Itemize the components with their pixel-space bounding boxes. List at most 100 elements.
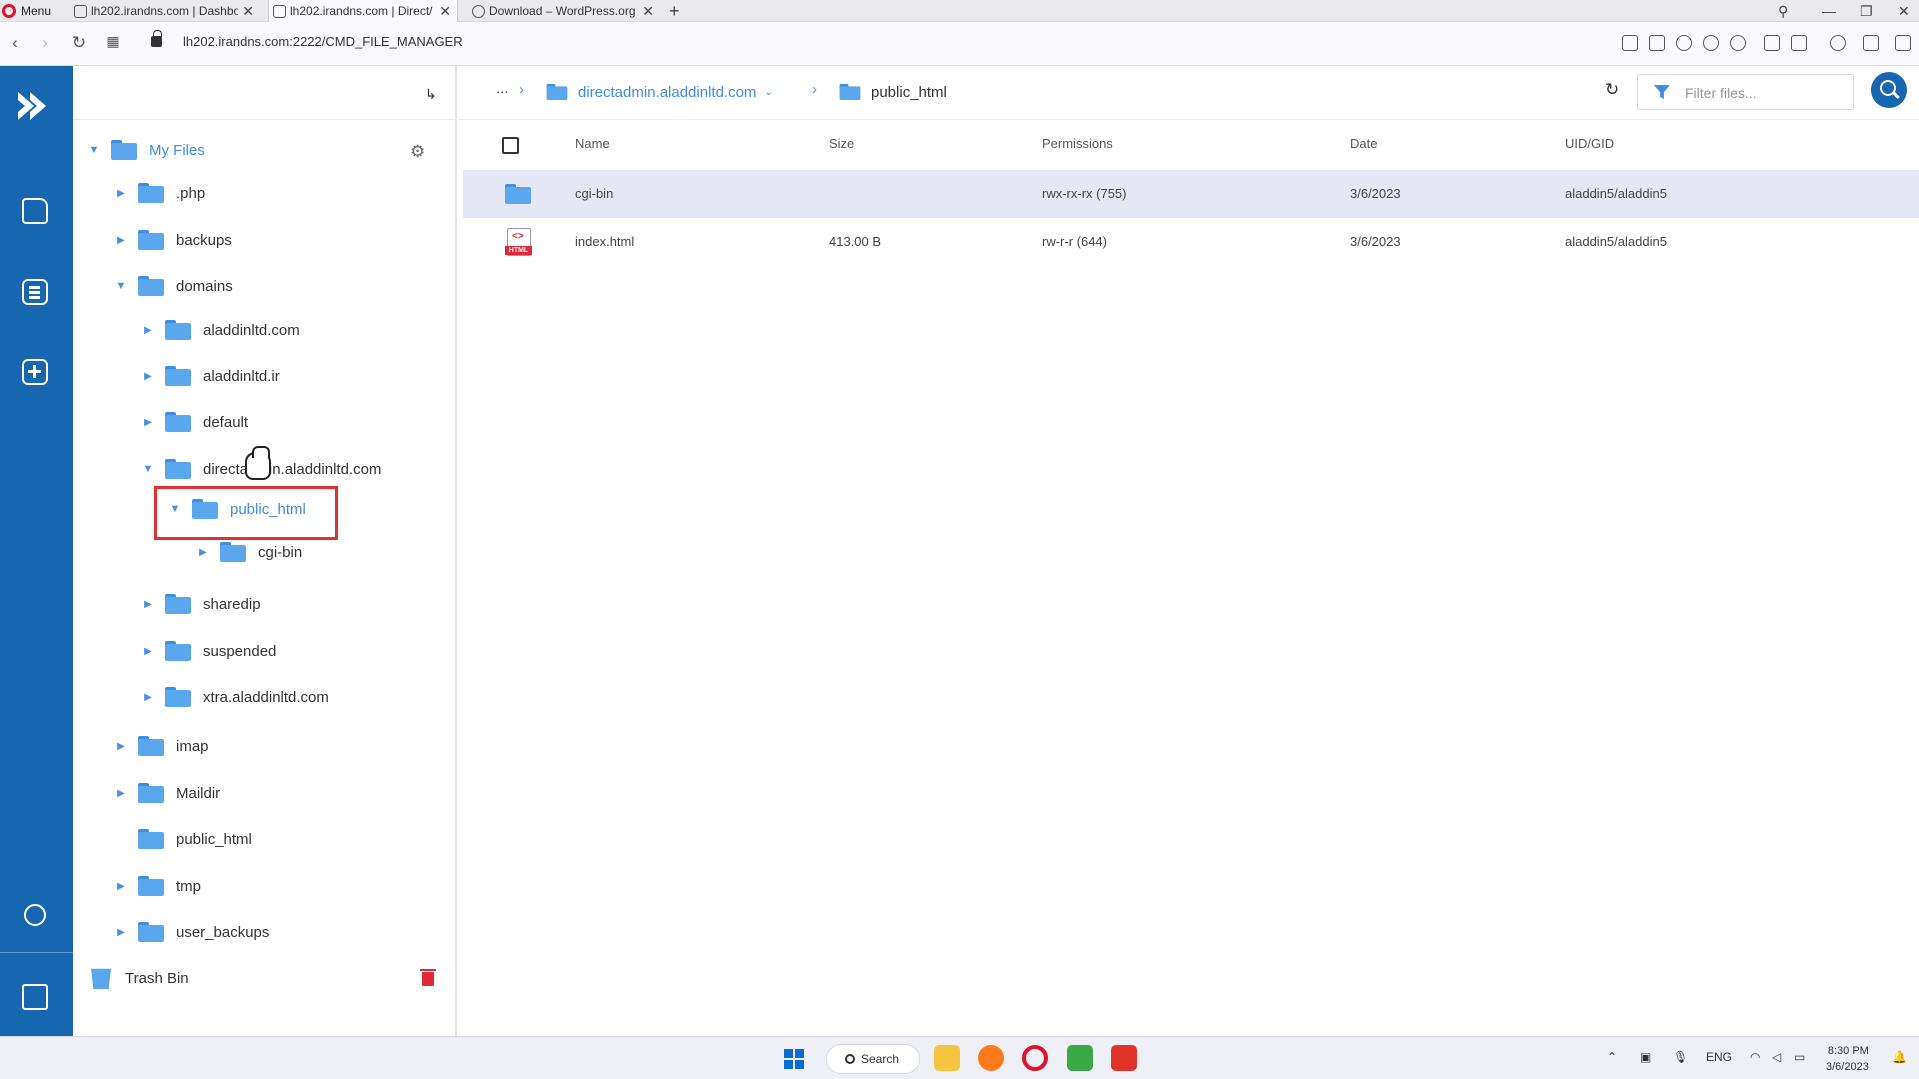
search-button[interactable]	[1871, 72, 1907, 108]
add-icon[interactable]	[22, 359, 48, 385]
select-all-checkbox[interactable]	[502, 137, 519, 154]
camera-icon[interactable]	[1649, 35, 1665, 51]
tree-node[interactable]: ▶ user_backups	[114, 917, 269, 947]
chevron-right-icon[interactable]: ▶	[114, 188, 128, 199]
tree-node[interactable]: ▶ aladdinltd.ir	[141, 361, 280, 391]
collapse-tree-icon[interactable]: ↳	[425, 86, 437, 103]
chevron-right-icon[interactable]: ▶	[196, 547, 210, 558]
back-button[interactable]: ‹	[4, 33, 26, 53]
breadcrumb-ellipsis[interactable]: ...	[496, 80, 509, 97]
file-explorer-icon[interactable]	[934, 1045, 960, 1071]
close-tab-icon[interactable]: ✕	[642, 3, 654, 20]
chevron-right-icon[interactable]: ▶	[141, 325, 155, 336]
opera-menu-button[interactable]: Menu	[2, 2, 51, 20]
heart-icon[interactable]	[1730, 35, 1746, 51]
battery-icon[interactable]: ▭	[1794, 1050, 1805, 1064]
share-settings-icon[interactable]	[24, 904, 46, 926]
table-row[interactable]: index.html 413.00 B rw-r-r (644) 3/6/202…	[463, 218, 1919, 266]
breadcrumb-parent[interactable]: directadmin.aladdinltd.com ⌄	[544, 82, 773, 102]
tab-dashboard[interactable]: lh202.irandns.com | Dashbo ✕	[70, 0, 260, 22]
send-icon[interactable]	[1703, 35, 1719, 51]
vpn-shield-icon[interactable]	[1764, 35, 1780, 51]
chevron-right-icon[interactable]: ▶	[141, 692, 155, 703]
download-icon[interactable]	[1863, 35, 1879, 51]
chevron-right-icon[interactable]: ▶	[114, 235, 128, 246]
tree-node[interactable]: ▶ Maildir	[114, 778, 220, 808]
tree-node[interactable]: ▼ domains	[114, 271, 233, 301]
file-manager-folder-icon[interactable]	[22, 198, 48, 224]
tab-file-manager[interactable]: lh202.irandns.com | Direct/ ✕	[268, 0, 458, 22]
directadmin-logo-icon[interactable]	[14, 88, 50, 124]
tree-node[interactable]: ▶ imap	[114, 731, 209, 761]
close-tab-icon[interactable]: ✕	[242, 3, 254, 20]
file-name[interactable]: cgi-bin	[575, 186, 613, 201]
new-tab-button[interactable]: +	[669, 0, 680, 22]
chevron-right-icon[interactable]: ▶	[114, 881, 128, 892]
taskbar-clock[interactable]: 8:30 PM 3/6/2023	[1826, 1043, 1869, 1075]
chevron-right-icon[interactable]: ▶	[141, 371, 155, 382]
tree-node[interactable]: ▶ cgi-bin	[196, 537, 302, 567]
minimize-button[interactable]: —	[1822, 0, 1836, 22]
reload-button[interactable]: ↻	[68, 33, 90, 53]
tree-node-symlink[interactable]: ▶ public_html	[114, 824, 252, 854]
windows-start-icon[interactable]	[784, 1049, 804, 1069]
chevron-down-icon[interactable]: ⌄	[764, 87, 772, 98]
close-window-button[interactable]: ✕	[1898, 0, 1910, 22]
taskbar-search-button[interactable]: Search	[826, 1044, 920, 1074]
chevron-right-icon[interactable]: ▶	[141, 646, 155, 657]
tree-node[interactable]: ▶ backups	[114, 225, 232, 255]
column-header-name[interactable]: Name	[575, 136, 610, 151]
opera-taskbar-icon[interactable]	[1022, 1045, 1048, 1071]
snapshot-edit-icon[interactable]	[1622, 35, 1638, 51]
profile-icon[interactable]	[1830, 35, 1846, 51]
firefox-icon[interactable]	[978, 1045, 1004, 1071]
tab-wordpress[interactable]: Download – WordPress.org ✕	[468, 0, 660, 22]
url-field[interactable]: lh202.irandns.com:2222/CMD_FILE_MANAGER	[183, 34, 463, 49]
adblock-icon[interactable]	[1676, 35, 1692, 51]
restore-button[interactable]: ❐	[1860, 0, 1873, 22]
language-indicator[interactable]: ENG	[1706, 1050, 1732, 1064]
filter-input[interactable]: Filter files...	[1637, 74, 1854, 110]
tree-node[interactable]: ▶ aladdinltd.com	[141, 315, 300, 345]
logout-icon[interactable]	[22, 984, 48, 1010]
browser-search-icon[interactable]: ⚲	[1778, 0, 1788, 22]
tree-trash-bin[interactable]: Trash Bin	[87, 963, 189, 993]
chevron-right-icon[interactable]: ▶	[114, 788, 128, 799]
easy-setup-icon[interactable]	[1895, 35, 1911, 51]
tree-root-my-files[interactable]: ▼ My Files	[87, 135, 205, 165]
chevron-right-icon[interactable]: ▶	[114, 927, 128, 938]
chevron-up-icon[interactable]: ⌃	[1607, 1050, 1617, 1064]
column-header-permissions[interactable]: Permissions	[1042, 136, 1113, 151]
notification-bell-icon[interactable]: 🔔	[1892, 1050, 1907, 1064]
chevron-down-icon[interactable]: ▼	[141, 463, 155, 475]
refresh-icon[interactable]: ↻	[1605, 80, 1619, 100]
microphone-icon[interactable]: 🎙	[1673, 1050, 1688, 1064]
chevron-right-icon[interactable]: ▶	[141, 417, 155, 428]
volume-icon[interactable]: ◁	[1772, 1050, 1781, 1064]
column-header-date[interactable]: Date	[1350, 136, 1377, 151]
column-header-size[interactable]: Size	[829, 136, 854, 151]
tree-node[interactable]: ▶ tmp	[114, 871, 201, 901]
forward-button[interactable]: ›	[34, 33, 56, 53]
column-header-uid[interactable]: UID/GID	[1565, 136, 1614, 151]
close-tab-icon[interactable]: ✕	[439, 3, 451, 20]
wifi-icon[interactable]: ◠	[1750, 1050, 1760, 1064]
table-row[interactable]: cgi-bin rwx-rx-rx (755) 3/6/2023 aladdin…	[463, 170, 1919, 218]
recorder-red-icon[interactable]	[1111, 1045, 1137, 1071]
chevron-down-icon[interactable]: ▼	[87, 144, 101, 156]
chevron-right-icon[interactable]: ▶	[141, 599, 155, 610]
gear-icon[interactable]: ⚙	[410, 142, 425, 162]
tree-node[interactable]: ▶ sharedip	[141, 589, 261, 619]
tree-node[interactable]: ▶ .php	[114, 178, 205, 208]
tree-node[interactable]: ▶ xtra.aladdinltd.com	[141, 682, 329, 712]
chevron-right-icon[interactable]: ▶	[114, 741, 128, 752]
document-icon[interactable]	[22, 279, 48, 305]
cube-icon[interactable]	[1791, 35, 1807, 51]
tree-node[interactable]: ▶ default	[141, 407, 248, 437]
tab-grid-icon[interactable]: ▦	[102, 33, 124, 50]
file-name[interactable]: index.html	[575, 234, 634, 249]
tray-app-icon[interactable]: ▣	[1640, 1050, 1651, 1064]
tree-node[interactable]: ▶ suspended	[141, 636, 276, 666]
chevron-down-icon[interactable]: ▼	[114, 280, 128, 292]
camtasia-green-icon[interactable]	[1067, 1045, 1093, 1071]
